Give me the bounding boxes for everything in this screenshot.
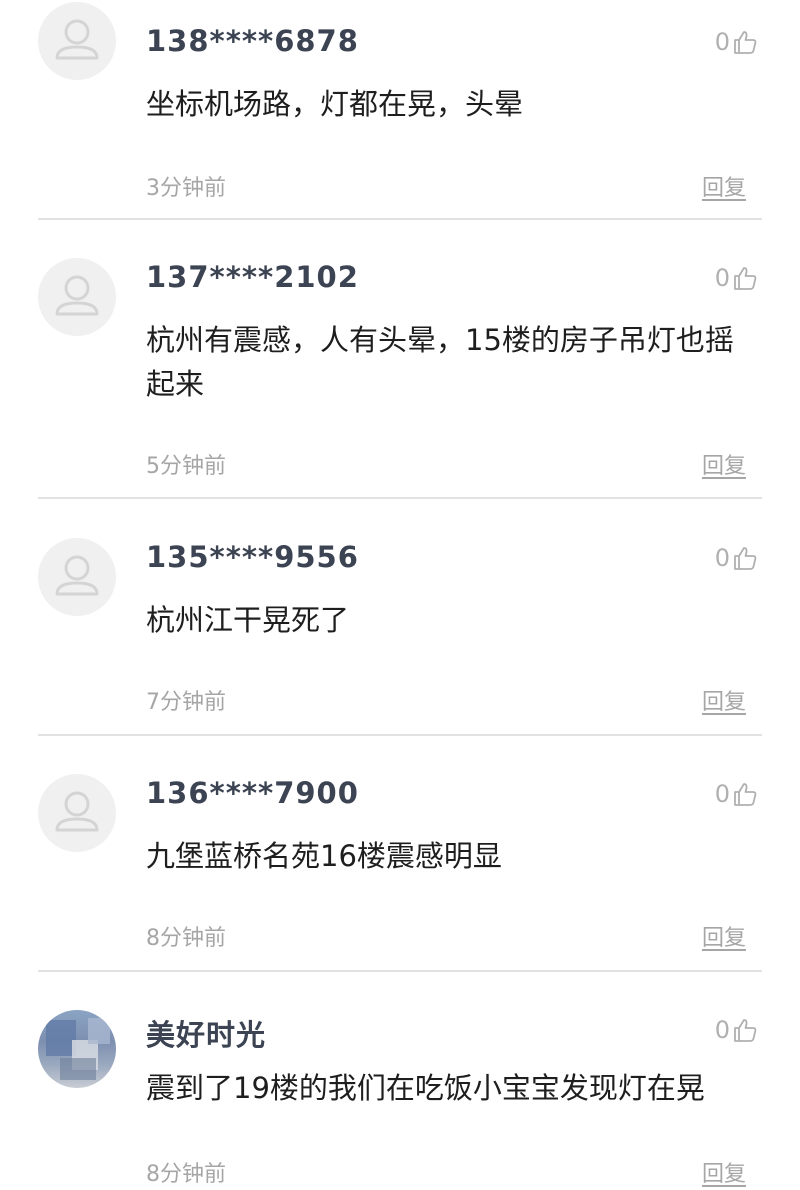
like-button[interactable]: 0 [715,264,758,292]
username[interactable]: 135****9556 [146,540,359,574]
like-count: 0 [714,264,730,292]
avatar-blur-block [60,1058,96,1080]
like-button[interactable]: 0 [715,1016,758,1044]
reply-button[interactable]: 回复 [702,1156,746,1188]
divider [38,497,762,499]
timestamp: 7分钟前 [146,690,226,715]
comment-item: 美好时光 0 震到了19楼的我们在吃饭小宝宝发现灯在晃 8分钟前 回复 [0,0,800,1187]
default-avatar-icon [55,791,99,832]
divider [38,734,762,736]
reply-button[interactable]: 回复 [702,920,746,952]
default-avatar-icon [55,275,99,316]
username[interactable]: 136****7900 [146,776,359,810]
timestamp: 8分钟前 [146,926,226,951]
comment-text: 杭州江干晃死了 [146,603,350,637]
thumbs-up-icon [734,547,757,570]
like-button[interactable]: 0 [715,544,758,572]
reply-button[interactable]: 回复 [702,684,746,716]
avatar[interactable] [38,538,116,616]
avatar-blur-block [88,1018,110,1044]
comment-text: 九堡蓝桥名苑16楼震感明显 [146,839,502,873]
username[interactable]: 137****2102 [146,260,359,294]
like-count: 0 [714,544,730,572]
divider [38,970,762,972]
username[interactable]: 美好时光 [146,1012,266,1054]
comment-text: 杭州有震感，人有头晕，15楼的房子吊灯也摇起来 [146,323,734,401]
like-count: 0 [714,1016,730,1044]
avatar[interactable] [38,258,116,336]
default-avatar-icon [55,555,99,596]
like-count: 0 [714,780,730,808]
timestamp: 8分钟前 [146,1162,226,1187]
thumbs-up-icon [734,783,757,806]
timestamp: 5分钟前 [146,454,226,479]
thumbs-up-icon [734,267,757,290]
like-button[interactable]: 0 [715,780,758,808]
comment-text: 震到了19楼的我们在吃饭小宝宝发现灯在晃 [146,1071,705,1105]
reply-button[interactable]: 回复 [702,448,746,480]
avatar[interactable] [38,1010,116,1088]
thumbs-up-icon [734,1019,757,1042]
avatar[interactable] [38,774,116,852]
